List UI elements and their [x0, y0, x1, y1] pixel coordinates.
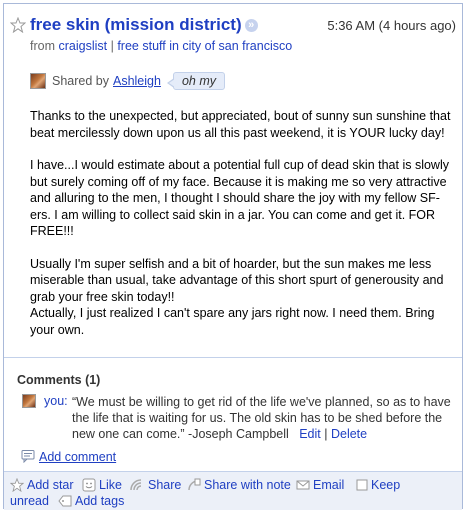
like-action[interactable]: Like: [82, 478, 122, 492]
comment-bubble-icon[interactable]: [21, 449, 35, 464]
delete-comment-link[interactable]: Delete: [331, 427, 367, 441]
sharer-avatar: [30, 73, 46, 89]
checkbox-icon: [356, 479, 368, 491]
star-outline-icon: [10, 478, 24, 492]
add-star-action[interactable]: Add star: [10, 478, 74, 492]
share-label[interactable]: Share: [148, 478, 181, 492]
item-body: Thanks to the unexpected, but appreciate…: [30, 108, 458, 338]
item-timestamp: 5:36 AM (4 hours ago): [327, 18, 456, 33]
keep-unread-label[interactable]: Keep: [371, 478, 400, 492]
source-feed-link[interactable]: free stuff in city of san francisco: [117, 39, 292, 53]
source-prefix: from: [30, 39, 55, 53]
body-paragraph: Usually I'm super selfish and a bit of h…: [30, 256, 444, 304]
comments-section: Comments (1) you: “We must be willing to…: [4, 357, 462, 473]
shared-by-bar: Shared by Ashleigh oh my: [30, 71, 225, 91]
like-smiley-icon: [82, 478, 96, 492]
like-label[interactable]: Like: [99, 478, 122, 492]
tag-icon: [58, 495, 72, 507]
add-tags-action[interactable]: Add tags: [58, 494, 124, 508]
add-star-label[interactable]: Add star: [27, 478, 74, 492]
share-action[interactable]: Share: [129, 478, 181, 492]
star-icon[interactable]: [9, 16, 27, 34]
comment-body: “We must be willing to get rid of the li…: [72, 394, 452, 442]
shared-by-label: Shared by: [52, 74, 109, 88]
sharer-link[interactable]: Ashleigh: [113, 74, 161, 88]
open-item-icon[interactable]: »: [244, 19, 258, 32]
share-with-note-action[interactable]: Share with note: [187, 478, 291, 492]
envelope-icon: [296, 480, 310, 490]
source-separator: |: [110, 39, 114, 53]
email-label[interactable]: Email: [313, 478, 344, 492]
comment-text: “We must be willing to get rid of the li…: [72, 395, 451, 441]
body-paragraph: Thanks to the unexpected, but appreciate…: [30, 109, 451, 140]
comment-author: you:: [44, 394, 68, 408]
share-note-icon: [188, 478, 201, 491]
source-name-link[interactable]: craigslist: [58, 39, 107, 53]
add-tags-label[interactable]: Add tags: [75, 494, 124, 508]
comment-action-separator: |: [324, 427, 328, 441]
item-source: from craigslist | free stuff in city of …: [30, 39, 292, 53]
comments-title: Comments (1): [17, 373, 101, 387]
body-paragraph: I have...I would estimate about a potent…: [30, 158, 449, 238]
email-action[interactable]: Email: [296, 478, 344, 492]
share-with-note-label[interactable]: Share with note: [204, 478, 291, 492]
item-title[interactable]: free skin (mission district): [30, 15, 242, 34]
share-broadcast-icon: [130, 479, 142, 491]
item-title-link[interactable]: free skin (mission district)»: [30, 15, 258, 35]
keep-unread-action[interactable]: Keep: [356, 478, 400, 492]
edit-comment-link[interactable]: Edit: [299, 427, 321, 441]
body-paragraph: Actually, I just realized I can't spare …: [30, 306, 435, 337]
add-comment-link[interactable]: Add comment: [39, 450, 116, 464]
share-note: oh my: [166, 72, 225, 90]
item-actions-bar: Add star Like Share Share with note Emai…: [4, 471, 462, 510]
keep-unread-continuation[interactable]: unread: [10, 494, 49, 508]
commenter-avatar: [22, 394, 36, 408]
feed-item-card: free skin (mission district)» 5:36 AM (4…: [3, 3, 463, 510]
